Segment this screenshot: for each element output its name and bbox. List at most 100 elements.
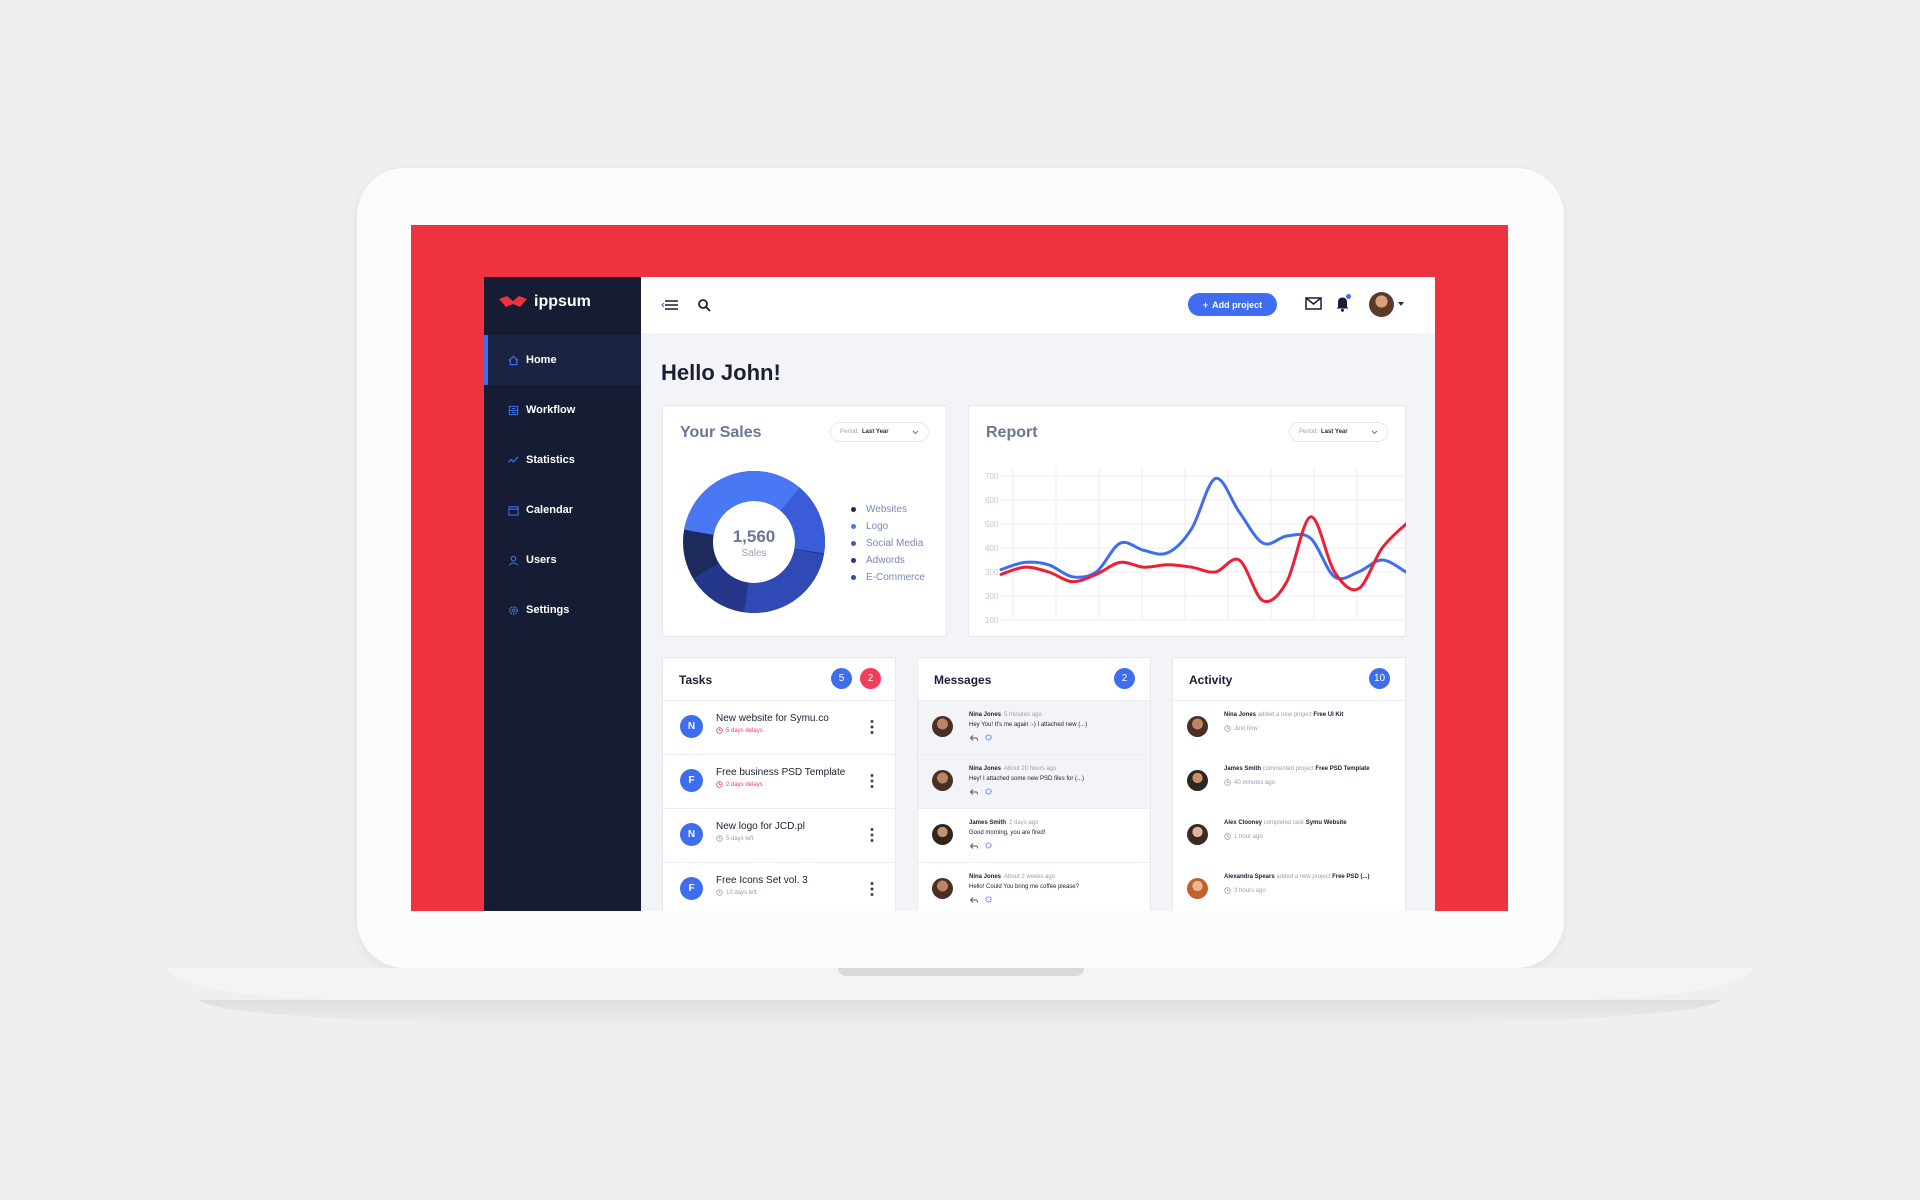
y-tick-label: 400 [985, 544, 999, 553]
sidebar-item-calendar[interactable]: Calendar [484, 485, 641, 535]
y-tick-label: 200 [985, 592, 999, 601]
reply-icon[interactable] [970, 735, 978, 741]
avatar [932, 716, 953, 737]
plus-icon: + [1202, 299, 1209, 310]
tasks-alert-badge[interactable]: 2 [860, 668, 881, 689]
dashboard-app: ippsum Home Workflow Statistics Calendar… [484, 277, 1435, 911]
period-label: Period: [840, 429, 860, 435]
settings-icon[interactable] [985, 734, 992, 741]
task-due: 5 days left [716, 835, 753, 842]
avatar [1187, 824, 1208, 845]
sidebar-item-label: Home [526, 354, 557, 366]
avatar [1187, 716, 1208, 737]
statistics-icon [508, 455, 519, 463]
reply-icon[interactable] [970, 843, 978, 849]
sidebar-item-label: Statistics [526, 454, 575, 466]
sidebar-item-label: Users [526, 554, 557, 566]
sales-donut-chart: 1,560 Sales [683, 471, 825, 613]
settings-icon[interactable] [985, 896, 992, 903]
message-item[interactable]: Nina Jones About 2 weeks ago Hello! Could… [918, 863, 1150, 911]
task-item[interactable]: F Free business PSD Template 2 days dela… [663, 755, 895, 809]
report-title: Report [986, 424, 1038, 441]
legend-label: E-Commerce [866, 572, 925, 583]
brand-logo[interactable]: ippsum [498, 293, 591, 311]
sidebar-item-statistics[interactable]: Statistics [484, 435, 641, 485]
message-sender: James Smith 2 days ago [969, 820, 1039, 826]
sidebar-item-home[interactable]: Home [484, 335, 641, 385]
reply-icon[interactable] [970, 789, 978, 795]
message-preview: Hey! I attached some new PSD files for (… [969, 776, 1085, 782]
activity-text: Alexandra Spears added a new project Fre… [1224, 874, 1370, 880]
activity-time: 1 hour ago [1224, 833, 1263, 840]
series-line-1 [999, 476, 1406, 581]
period-label: Period: [1299, 429, 1319, 435]
tasks-header: Tasks 5 2 [663, 658, 895, 701]
workflow-icon [508, 405, 519, 415]
screen-background: ippsum Home Workflow Statistics Calendar… [411, 225, 1508, 911]
chevron-down-icon[interactable] [1398, 302, 1404, 306]
home-icon [508, 355, 519, 365]
message-item[interactable]: Nina Jones About 20 hours ago Hey! I atta… [918, 755, 1150, 809]
sales-period-select[interactable]: Period: Last Year [830, 422, 929, 442]
legend-label: Social Media [866, 538, 924, 549]
settings-icon[interactable] [985, 842, 992, 849]
sales-total-label: Sales [741, 548, 766, 559]
y-tick-label: 300 [985, 568, 999, 577]
sales-title: Your Sales [680, 424, 762, 441]
avatar[interactable] [1369, 292, 1394, 317]
legend-dot [851, 524, 856, 529]
activity-count-badge[interactable]: 10 [1369, 668, 1390, 689]
sidebar: ippsum Home Workflow Statistics Calendar… [484, 277, 641, 911]
sidebar-item-settings[interactable]: Settings [484, 585, 641, 635]
activity-item[interactable]: James Smith commented project Free PSD T… [1173, 755, 1405, 809]
sales-total: 1,560 [733, 527, 776, 546]
menu-collapse-icon[interactable] [661, 298, 679, 312]
message-item[interactable]: James Smith 2 days ago Good morning, you … [918, 809, 1150, 863]
task-avatar: F [680, 769, 703, 792]
tasks-title: Tasks [679, 673, 713, 687]
avatar [932, 770, 953, 791]
messages-panel: Messages 2 Nina Jones 5 minutes ago Hey Y… [917, 657, 1151, 911]
clock-icon [716, 835, 723, 842]
activity-header: Activity 10 [1173, 658, 1405, 701]
task-due-text: 2 days delays [726, 781, 763, 788]
more-options-icon[interactable] [870, 773, 874, 789]
task-item[interactable]: N New website for Symu.co 5 days delays [663, 701, 895, 755]
report-line-chart: 700 600 500 400 300 200 100 [985, 468, 1406, 625]
activity-item[interactable]: Nina Jones added a new project Free UI K… [1173, 701, 1405, 755]
sidebar-item-label: Calendar [526, 504, 574, 516]
report-period-select[interactable]: Period: Last Year [1289, 422, 1388, 442]
activity-item[interactable]: Alexandra Spears added a new project Fre… [1173, 863, 1405, 911]
period-value: Last Year [1321, 429, 1348, 435]
y-tick-label: 500 [985, 520, 999, 529]
sidebar-item-users[interactable]: Users [484, 535, 641, 585]
task-item[interactable]: F Free Icons Set vol. 3 10 days left [663, 863, 895, 911]
task-item[interactable]: N New logo for JCD.pl 5 days left [663, 809, 895, 863]
messages-count-badge[interactable]: 2 [1114, 668, 1135, 689]
tasks-count-badge[interactable]: 5 [831, 668, 852, 689]
more-options-icon[interactable] [870, 719, 874, 735]
search-icon[interactable] [697, 298, 711, 312]
add-project-button[interactable]: + Add project [1188, 293, 1277, 316]
settings-icon[interactable] [985, 788, 992, 795]
more-options-icon[interactable] [870, 827, 874, 843]
task-title: New website for Symu.co [716, 713, 829, 724]
task-avatar: N [680, 823, 703, 846]
task-due: 5 days delays [716, 727, 763, 734]
legend-item: Adwords [851, 552, 925, 569]
brand-name: ippsum [534, 293, 591, 310]
message-time: About 2 weeks ago [1004, 874, 1056, 880]
clock-icon [716, 727, 723, 734]
message-preview: Hello! Could You bring me coffee please? [969, 884, 1079, 890]
message-item[interactable]: Nina Jones 5 minutes ago Hey You! It's me… [918, 701, 1150, 755]
activity-item[interactable]: Alex Clooney completed task Symu Website… [1173, 809, 1405, 863]
sidebar-item-workflow[interactable]: Workflow [484, 385, 641, 435]
report-card: Report Period: Last Year 700 600 500 400 300… [968, 405, 1406, 637]
more-options-icon[interactable] [870, 881, 874, 897]
sales-legend: Websites Logo Social Media Adwords E-Com… [851, 501, 925, 586]
task-title: Free business PSD Template [716, 767, 846, 778]
reply-icon[interactable] [970, 897, 978, 903]
mail-icon[interactable] [1305, 297, 1322, 310]
legend-item: E-Commerce [851, 569, 925, 586]
add-project-label: Add project [1212, 299, 1263, 310]
